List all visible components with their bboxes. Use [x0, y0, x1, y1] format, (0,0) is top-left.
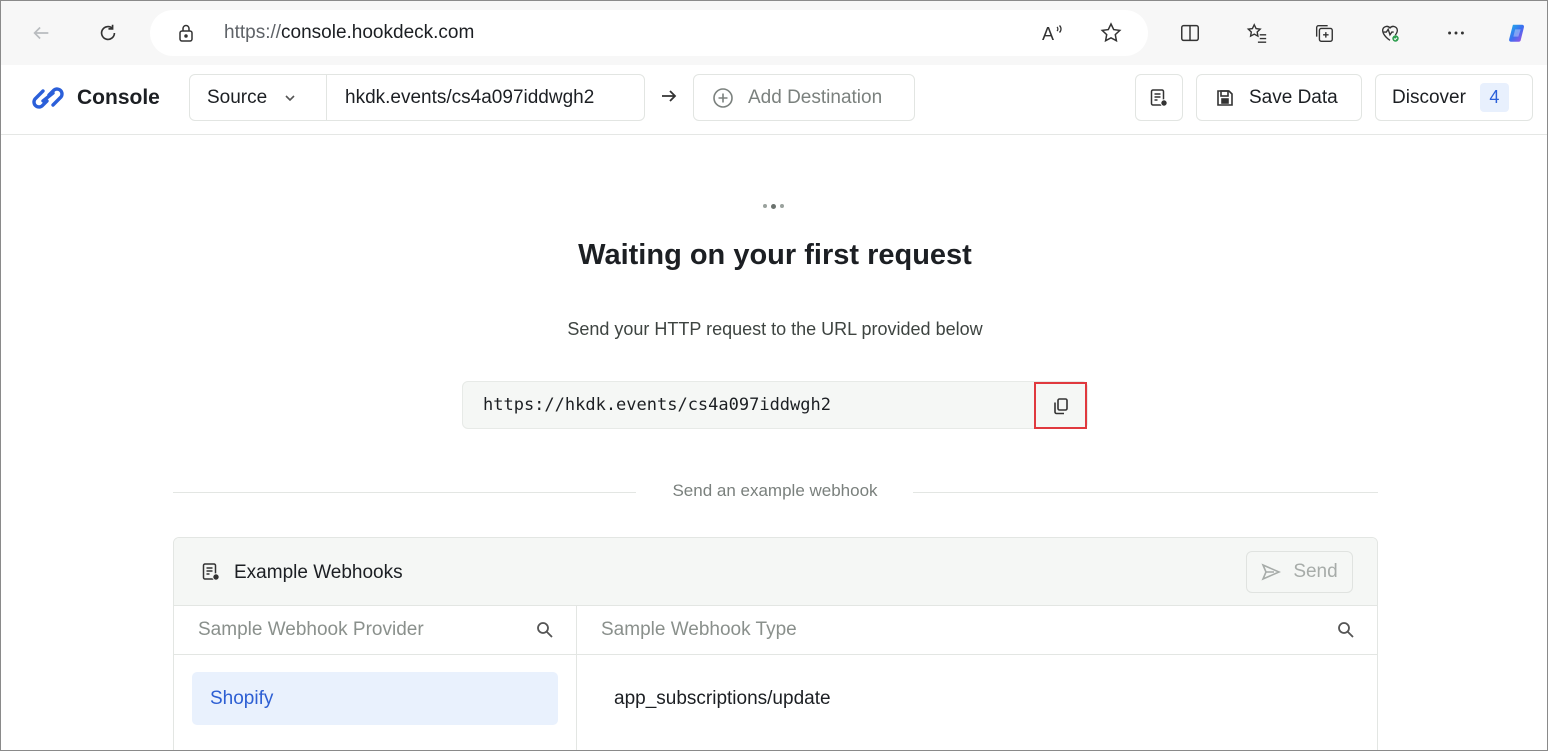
copy-icon [1053, 397, 1068, 414]
request-log-icon [1150, 88, 1168, 107]
provider-column: Sample Webhook Provider Shopify [174, 606, 577, 750]
provider-item-shopify[interactable]: Shopify [192, 672, 558, 725]
source-label: Source [207, 86, 268, 108]
discover-count-badge: 4 [1479, 83, 1509, 112]
webhook-list-icon [202, 563, 220, 581]
copilot-icon[interactable] [1499, 15, 1535, 51]
save-data-button[interactable]: Save Data [1196, 74, 1362, 121]
address-bar[interactable]: https://console.hookdeck.com A [150, 10, 1148, 56]
divider-label: Send an example webhook [672, 481, 878, 500]
url-text[interactable]: https://console.hookdeck.com [224, 22, 474, 44]
page-subtitle: Send your HTTP request to the URL provid… [567, 319, 983, 339]
send-button[interactable]: Send [1246, 551, 1353, 593]
svg-text:A: A [1042, 24, 1054, 44]
example-webhooks-panel: Example Webhooks Send Sample Webhook Pro… [173, 537, 1378, 750]
collections-icon[interactable] [1306, 15, 1342, 51]
split-screen-icon[interactable] [1172, 15, 1208, 51]
hookdeck-logo-icon [32, 87, 64, 109]
app-header: Console Source hkdk.events/cs4a097iddwgh… [1, 65, 1547, 135]
example-webhooks-title: Example Webhooks [234, 562, 403, 583]
browser-essentials-icon[interactable] [1372, 15, 1408, 51]
chevron-down-icon [285, 94, 295, 101]
search-icon [537, 622, 553, 638]
request-url-box: https://hkdk.events/cs4a097iddwgh2 [462, 381, 1088, 429]
source-url-button[interactable]: hkdk.events/cs4a097iddwgh2 [327, 75, 644, 120]
lock-icon[interactable] [176, 23, 196, 43]
favorites-list-icon[interactable] [1239, 15, 1275, 51]
console-title: Console [77, 86, 160, 109]
type-column: Sample Webhook Type app_subscriptions/up… [577, 606, 1377, 750]
provider-search-input[interactable]: Sample Webhook Provider [198, 619, 424, 641]
example-webhooks-header: Example Webhooks Send [174, 538, 1377, 606]
type-search-input[interactable]: Sample Webhook Type [601, 619, 797, 641]
source-url-text: hkdk.events/cs4a097iddwgh2 [345, 86, 595, 108]
source-selector-group: Source hkdk.events/cs4a097iddwgh2 [189, 74, 645, 121]
favorite-star-icon[interactable] [1099, 21, 1123, 45]
discover-button[interactable]: Discover 4 [1375, 74, 1533, 121]
request-url-text[interactable]: https://hkdk.events/cs4a097iddwgh2 [483, 395, 831, 415]
read-aloud-icon[interactable]: A [1040, 21, 1064, 45]
more-icon[interactable] [1438, 15, 1474, 51]
type-item[interactable]: app_subscriptions/update [614, 688, 831, 710]
source-dropdown[interactable]: Source [190, 75, 327, 120]
provider-search[interactable]: Sample Webhook Provider [174, 606, 576, 655]
page-title: Waiting on your first request [578, 239, 972, 271]
request-log-button[interactable] [1135, 74, 1183, 121]
browser-toolbar: https://console.hookdeck.com A [1, 1, 1547, 65]
type-search[interactable]: Sample Webhook Type [577, 606, 1377, 655]
save-icon [1217, 89, 1233, 106]
send-icon [1261, 563, 1282, 581]
arrow-right-icon [662, 90, 677, 102]
refresh-icon[interactable] [90, 15, 126, 51]
plus-circle-icon [713, 87, 733, 108]
browser-window: https://console.hookdeck.com A Console S… [0, 0, 1548, 751]
search-icon [1338, 622, 1354, 638]
console-logo[interactable]: Console [29, 85, 160, 111]
add-destination-button[interactable]: Add Destination [693, 74, 915, 121]
back-icon[interactable] [23, 15, 59, 51]
loading-indicator [763, 203, 784, 209]
copy-url-button[interactable] [1034, 382, 1087, 429]
